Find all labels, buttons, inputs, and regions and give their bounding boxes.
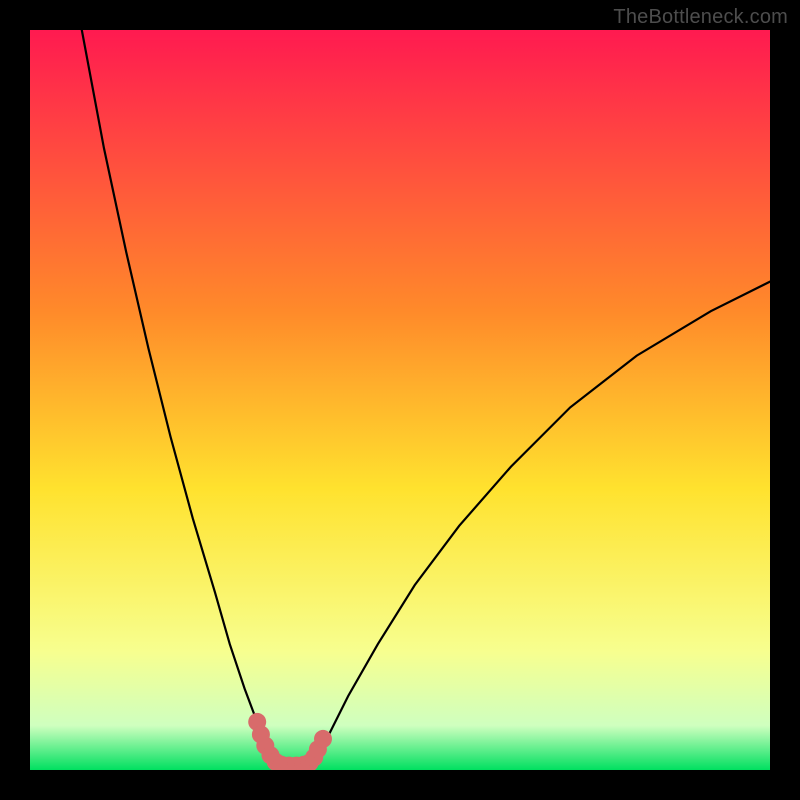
plot-area bbox=[30, 30, 770, 770]
marker-point bbox=[314, 730, 332, 748]
plot-svg bbox=[30, 30, 770, 770]
chart-frame: TheBottleneck.com bbox=[0, 0, 800, 800]
gradient-background bbox=[30, 30, 770, 770]
watermark-text: TheBottleneck.com bbox=[613, 6, 788, 29]
